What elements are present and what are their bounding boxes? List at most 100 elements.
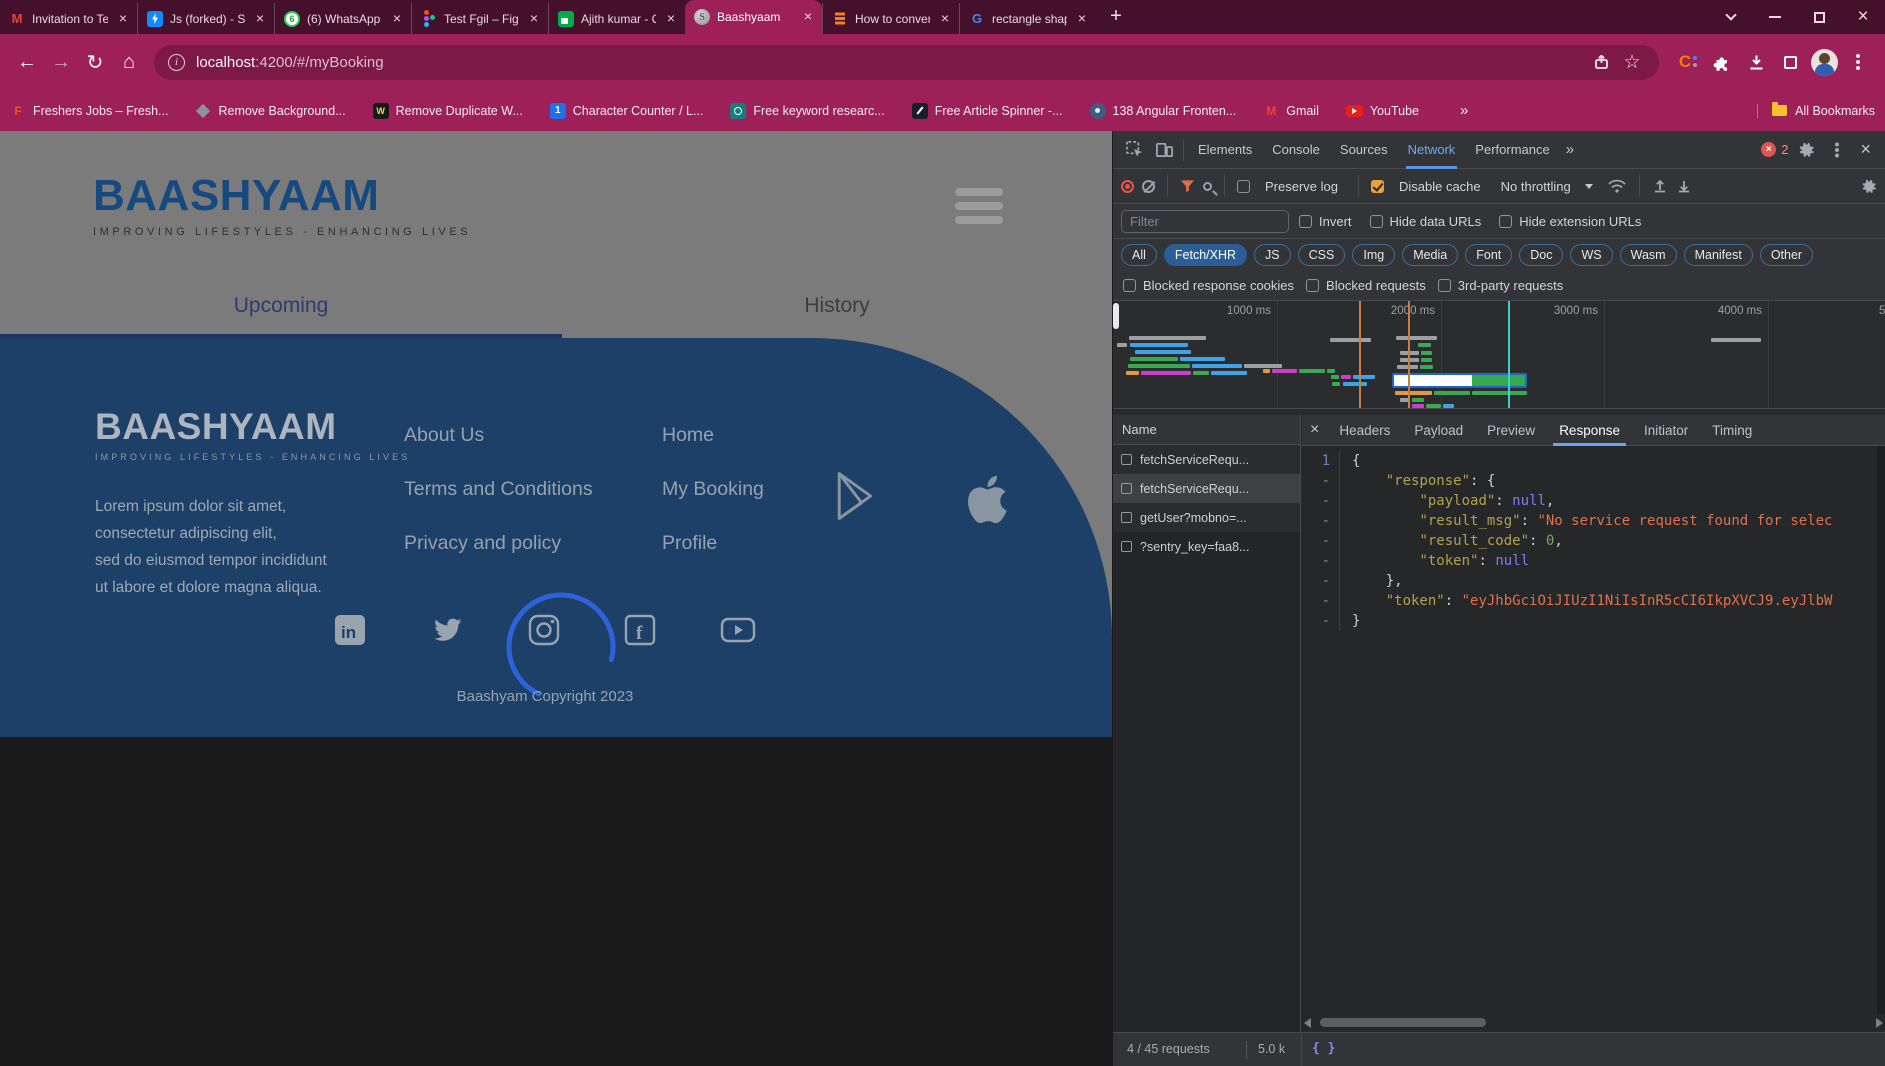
forward-button[interactable]: → — [44, 45, 78, 79]
close-devtools-icon[interactable] — [1852, 139, 1879, 160]
close-window-button[interactable] — [1841, 0, 1885, 34]
footer-link[interactable]: Privacy and policy — [404, 532, 593, 554]
request-row[interactable]: getUser?mobno=... — [1113, 503, 1300, 532]
side-panel-icon[interactable] — [1773, 45, 1807, 79]
address-bar[interactable]: localhost:4200/#/myBooking — [154, 45, 1659, 80]
facebook-icon[interactable]: f — [623, 613, 657, 647]
maximize-button[interactable] — [1797, 0, 1841, 34]
filter-checkbox[interactable] — [1306, 279, 1319, 292]
tab-close-icon[interactable] — [389, 11, 405, 27]
browser-tab[interactable]: Invitation to Tec — [0, 3, 137, 34]
browser-tab[interactable]: rectangle shape — [959, 3, 1096, 34]
type-chip[interactable]: Img — [1352, 244, 1395, 266]
request-row[interactable]: fetchServiceRequ... — [1113, 474, 1300, 503]
request-checkbox[interactable] — [1121, 541, 1132, 552]
type-chip[interactable]: Doc — [1519, 244, 1563, 266]
disable-cache-checkbox[interactable] — [1371, 180, 1384, 193]
twitter-icon[interactable] — [429, 613, 465, 647]
tab-close-icon[interactable] — [663, 11, 679, 27]
bookmark-item[interactable]: Freshers Jobs – Fresh... — [10, 103, 168, 119]
hide-data-urls-checkbox[interactable] — [1370, 215, 1383, 228]
type-chip[interactable]: CSS — [1298, 244, 1346, 266]
all-bookmarks-button[interactable]: All Bookmarks — [1757, 104, 1875, 118]
footer-link[interactable]: Terms and Conditions — [404, 478, 593, 500]
linkedin-icon[interactable]: in — [333, 613, 367, 647]
hamburger-menu-icon[interactable] — [955, 188, 1003, 230]
detail-tab-initiator[interactable]: Initiator — [1632, 415, 1700, 446]
type-chip[interactable]: JS — [1254, 244, 1291, 266]
tab-close-icon[interactable] — [1074, 11, 1090, 27]
import-har-icon[interactable] — [1652, 178, 1668, 194]
browser-tab[interactable]: (6) WhatsApp — [274, 3, 411, 34]
tab-close-icon[interactable] — [252, 11, 268, 27]
footer-link[interactable]: Home — [662, 424, 764, 446]
request-checkbox[interactable] — [1121, 512, 1132, 523]
devtools-tab-network[interactable]: Network — [1398, 131, 1466, 169]
profile-avatar[interactable] — [1807, 45, 1841, 79]
type-chip[interactable]: Wasm — [1620, 244, 1677, 266]
network-filter-input[interactable] — [1121, 210, 1289, 233]
filter-funnel-icon[interactable] — [1180, 179, 1195, 193]
bookmark-item[interactable]: Free keyword researc... — [730, 103, 884, 119]
reload-button[interactable]: ↻ — [78, 45, 112, 79]
extensions-puzzle-icon[interactable] — [1705, 45, 1739, 79]
browser-menu-icon[interactable] — [1841, 45, 1875, 79]
devtools-settings-gear-icon[interactable] — [1792, 136, 1822, 164]
minimize-button[interactable] — [1753, 0, 1797, 34]
bookmark-item[interactable]: Character Counter / L... — [550, 103, 704, 119]
bookmark-item[interactable]: 138 Angular Fronten... — [1090, 103, 1237, 119]
devtools-tab-performance[interactable]: Performance — [1465, 131, 1559, 169]
response-vertical-scrollbar[interactable] — [1877, 446, 1885, 1014]
pretty-print-icon[interactable]: { } — [1312, 1041, 1335, 1056]
colorpick-extension-icon[interactable] — [1671, 45, 1705, 79]
tab-upcoming[interactable]: Upcoming — [0, 294, 562, 318]
type-chip[interactable]: Media — [1402, 244, 1458, 266]
network-settings-gear-icon[interactable] — [1862, 179, 1877, 194]
devtools-tab-sources[interactable]: Sources — [1330, 131, 1398, 169]
filter-checkbox[interactable] — [1123, 279, 1136, 292]
devtools-menu-icon[interactable] — [1822, 136, 1852, 164]
type-chip[interactable]: All — [1121, 244, 1157, 266]
request-row[interactable]: ?sentry_key=faa8... — [1113, 532, 1300, 561]
bookmark-item[interactable]: YouTube — [1346, 104, 1419, 118]
apple-icon[interactable] — [958, 468, 1018, 530]
youtube-icon[interactable] — [719, 613, 757, 647]
type-chip[interactable]: Manifest — [1684, 244, 1753, 266]
bookmark-item[interactable]: Remove Duplicate W... — [373, 103, 523, 119]
network-conditions-icon[interactable] — [1607, 178, 1627, 194]
close-detail-icon[interactable] — [1302, 421, 1327, 439]
bookmark-item[interactable]: Gmail — [1263, 103, 1319, 119]
site-logo[interactable]: BAASHYAAM IMPROVING LIFESTYLES - ENHANCI… — [93, 171, 471, 238]
bookmark-item[interactable]: Remove Background... — [195, 103, 345, 119]
throttling-select[interactable]: No throttling — [1501, 179, 1571, 194]
network-overview-timeline[interactable]: 1000 ms2000 ms3000 ms4000 ms5 — [1113, 301, 1885, 409]
device-toolbar-icon[interactable] — [1149, 136, 1179, 164]
console-error-badge[interactable]: 2 — [1757, 142, 1792, 157]
preserve-log-checkbox[interactable] — [1237, 180, 1250, 193]
export-har-icon[interactable] — [1676, 178, 1692, 194]
footer-link[interactable]: About Us — [404, 424, 593, 446]
inspect-element-icon[interactable] — [1119, 136, 1149, 164]
search-network-icon[interactable] — [1203, 182, 1212, 191]
type-chip[interactable]: Other — [1760, 244, 1813, 266]
footer-link[interactable]: My Booking — [662, 478, 764, 500]
request-checkbox[interactable] — [1121, 454, 1132, 465]
detail-tab-response[interactable]: Response — [1547, 415, 1632, 446]
scroll-left-icon[interactable] — [1304, 1018, 1311, 1028]
bookmark-item[interactable]: Free Article Spinner -... — [912, 103, 1063, 119]
type-chip[interactable]: WS — [1570, 244, 1612, 266]
devtools-tab-elements[interactable]: Elements — [1188, 131, 1262, 169]
back-button[interactable]: ← — [10, 45, 44, 79]
detail-tab-headers[interactable]: Headers — [1327, 415, 1402, 446]
detail-tab-timing[interactable]: Timing — [1700, 415, 1764, 446]
invert-checkbox[interactable] — [1299, 215, 1312, 228]
response-horizontal-scrollbar[interactable] — [1304, 1016, 1883, 1029]
window-menu-chevron-icon[interactable] — [1709, 0, 1753, 34]
url-text[interactable]: localhost:4200/#/myBooking — [196, 54, 1587, 71]
google-play-icon[interactable] — [828, 468, 884, 524]
scrollbar-thumb[interactable] — [1320, 1018, 1486, 1027]
tab-history[interactable]: History — [562, 294, 1112, 318]
tab-close-icon[interactable] — [115, 11, 131, 27]
request-checkbox[interactable] — [1121, 483, 1132, 494]
filter-checkbox[interactable] — [1438, 279, 1451, 292]
